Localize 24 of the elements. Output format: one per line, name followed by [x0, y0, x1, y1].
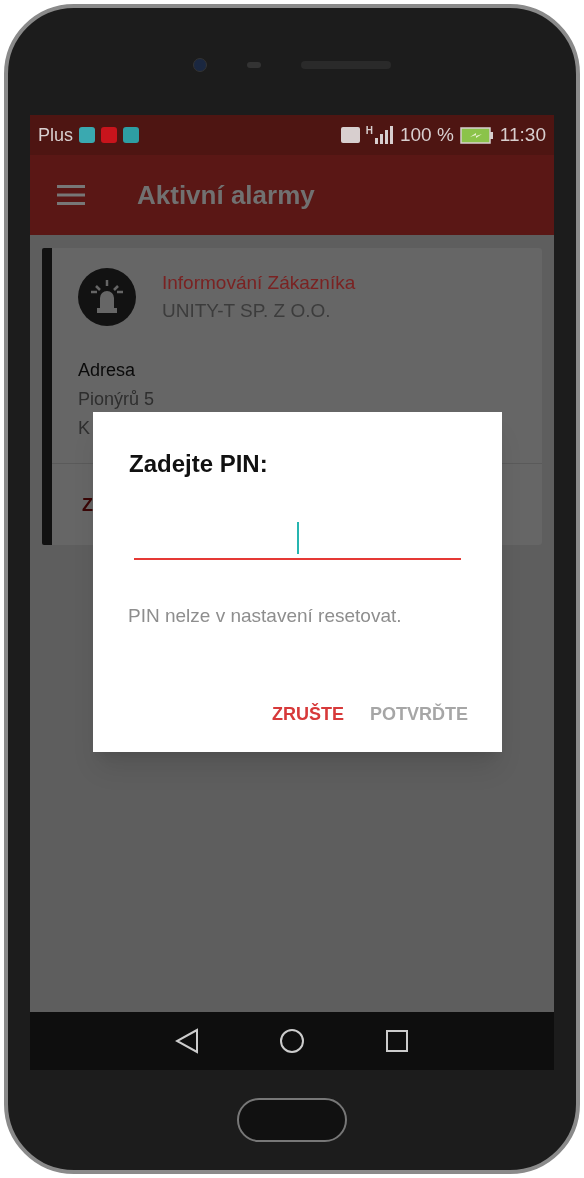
alarm-title: Informování Zákazníka: [162, 270, 356, 295]
card-action-button[interactable]: Z: [82, 495, 93, 515]
carrier-label: Plus: [38, 123, 73, 147]
app-icon: [101, 127, 117, 143]
back-icon[interactable]: [175, 1028, 199, 1054]
dialog-title: Zadejte PIN:: [129, 449, 269, 479]
home-button[interactable]: [237, 1098, 347, 1142]
dialog-button[interactable]: ZRUŠTE: [272, 701, 344, 728]
screen-title: Aktivní alarmy: [137, 178, 315, 212]
home-icon[interactable]: [279, 1028, 305, 1054]
menu-icon[interactable]: [57, 185, 85, 205]
address-line: K: [78, 417, 91, 440]
charging-battery-icon: [459, 126, 494, 144]
battery-percent: 100 %: [400, 122, 454, 147]
pin-input-field[interactable]: [134, 522, 461, 560]
siren-icon: [78, 268, 136, 326]
address-label: Adresa: [78, 359, 137, 382]
dialog-message: PIN nelze v nastavení resetovat.: [128, 604, 403, 628]
recents-icon[interactable]: [385, 1029, 409, 1053]
signal-icon: [374, 126, 394, 144]
network-type-label: H: [365, 126, 373, 136]
clock: 11:30: [499, 122, 546, 147]
camera-icon: [193, 58, 207, 72]
address-line: Pionýrů 5: [78, 388, 156, 411]
